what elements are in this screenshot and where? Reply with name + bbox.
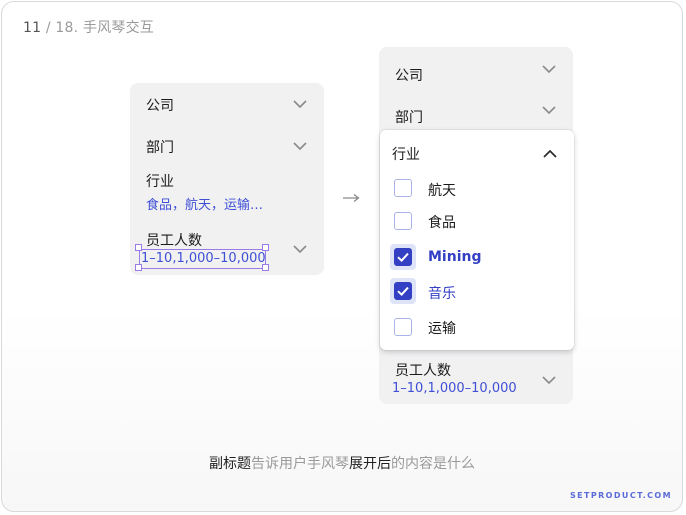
accordion-company-label: 公司 [395,68,423,84]
chevron-down-icon [293,100,307,108]
accordion-employees-label: 员工人数 [146,233,202,249]
checkbox-option[interactable]: 食品 [380,207,574,235]
chevron-down-icon [542,65,556,73]
page-number: 11 [23,20,42,36]
chevron-down-icon [542,106,556,114]
checkbox-option[interactable]: 音乐 [380,277,574,305]
checkbox-option[interactable]: 运输 [380,313,574,341]
chevron-up-icon [543,150,557,158]
accordion-company[interactable]: 公司 [379,47,573,89]
selection-frame [139,249,266,269]
selection-handle [135,244,142,251]
checkbox[interactable] [394,318,412,336]
accordion-industry-expanded: 行业 航天 食品 Mining 音乐 运输 [380,130,574,350]
caption-part: 展开后 [349,456,391,472]
checkbox-option-label: 音乐 [428,286,456,302]
chevron-down-icon [293,142,307,150]
accordion-industry-value: 食品，航天，运输… [146,198,264,213]
page-title: 手风琴交互 [78,20,154,36]
checkbox[interactable] [394,179,412,197]
arrow-right-icon [343,188,361,207]
brand-watermark[interactable]: SETPRODUCT.COM [570,491,672,500]
accordion-employees-value: 1–10,1,000–10,000 [392,381,517,396]
checkbox-option[interactable]: 航天 [380,175,574,203]
chevron-down-icon [293,245,307,253]
checkbox-option[interactable]: Mining [380,243,574,271]
caption-part: 副标题 [209,456,251,472]
checkbox-option-label: Mining [428,249,482,265]
chevron-down-icon [542,376,556,384]
accordion-employees[interactable]: 员工人数 1–10,1,000–10,000 [379,352,573,404]
slide-caption: 副标题告诉用户手风琴展开后的内容是什么 [2,453,682,473]
filter-panel-collapsed: 公司 部门 行业 食品，航天，运输… 员工人数 1–10,1,000–10,00… [130,83,324,275]
checkbox-option-label: 运输 [428,321,456,337]
checkbox[interactable] [394,212,412,230]
accordion-department-label: 部门 [146,140,174,156]
accordion-department[interactable]: 部门 [379,91,573,129]
caption-part: 告诉用户手风琴 [251,456,349,472]
caption-part: 的内容是什么 [391,456,475,472]
accordion-department[interactable]: 部门 [130,125,324,165]
accordion-industry-label: 行业 [146,174,174,190]
accordion-industry-header[interactable]: 行业 [380,140,574,168]
accordion-company[interactable]: 公司 [130,83,324,123]
checkbox-checked[interactable] [394,248,412,266]
page-total: / 18. [41,20,79,36]
accordion-industry[interactable]: 行业 食品，航天，运输… [130,167,324,217]
selection-handle [262,264,269,271]
accordion-company-label: 公司 [146,98,174,114]
checkbox-option-label: 食品 [428,215,456,231]
slide: 11 / 18. 手风琴交互 公司 部门 行业 食品，航天，运输… 员工人数 1… [1,1,683,512]
checkbox-checked[interactable] [394,282,412,300]
slide-header: 11 / 18. 手风琴交互 [23,17,154,37]
accordion-department-label: 部门 [395,110,423,126]
selection-handle [135,264,142,271]
selection-handle [262,244,269,251]
checkbox-option-label: 航天 [428,183,456,199]
accordion-industry-label: 行业 [392,147,420,163]
accordion-employees-label: 员工人数 [395,363,451,379]
